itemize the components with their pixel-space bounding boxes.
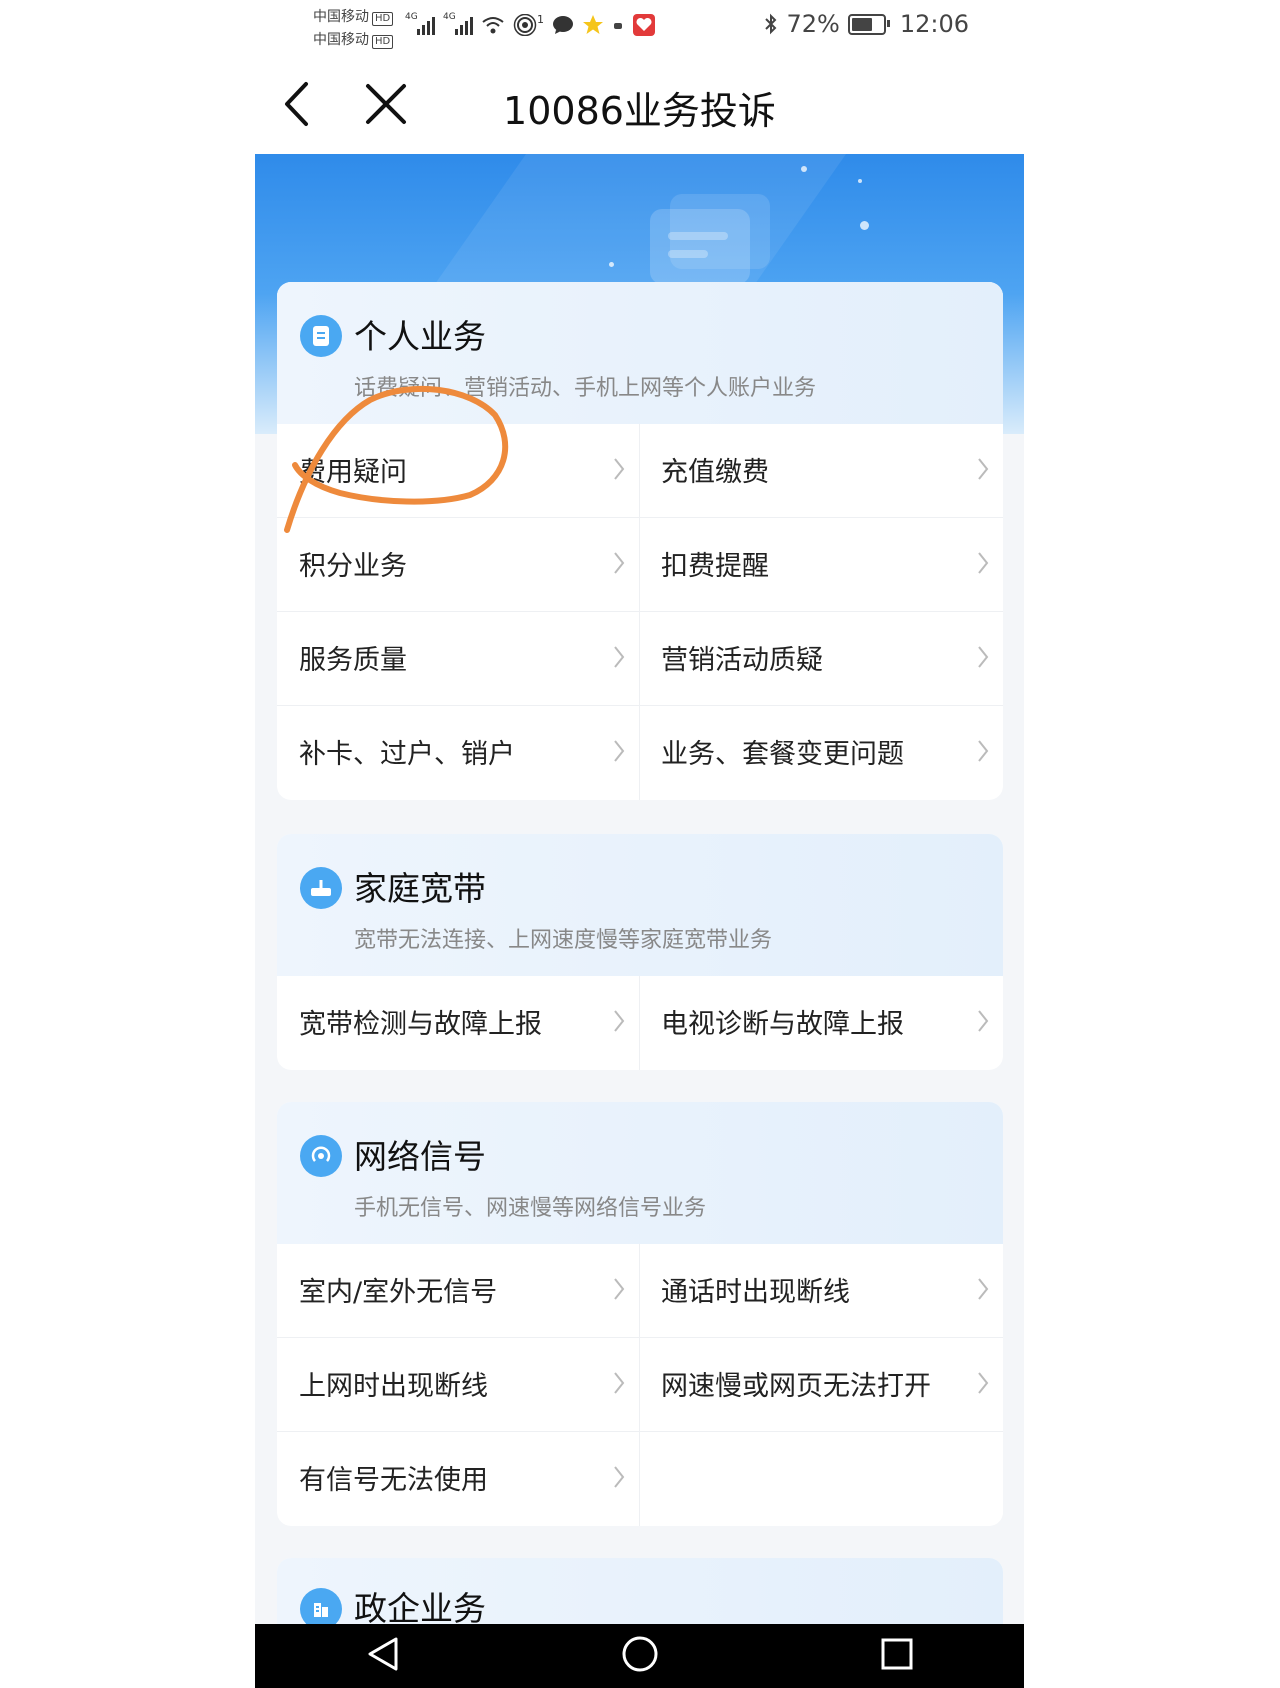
menu-item-call-drop[interactable]: 通话时出现断线 <box>640 1244 1003 1338</box>
menu-item-marketing-dispute[interactable]: 营销活动质疑 <box>640 612 1003 706</box>
wifi-icon <box>482 17 504 34</box>
signal-strength-icon: 4G <box>405 12 435 35</box>
star-icon <box>583 15 603 34</box>
card-header: 家庭宽带 宽带无法连接、上网速度慢等家庭宽带业务 <box>277 834 1003 976</box>
chevron-right-icon <box>978 646 989 668</box>
chevron-right-icon <box>978 1372 989 1394</box>
empty-cell <box>640 1432 1003 1526</box>
menu-item-slow-network[interactable]: 网速慢或网页无法打开 <box>640 1338 1003 1432</box>
chat-bubble-icon <box>553 16 573 34</box>
circle-home-icon <box>622 1636 657 1672</box>
section-title: 家庭宽带 <box>354 869 486 908</box>
section-subtitle: 手机无信号、网速慢等网络信号业务 <box>354 1196 707 1221</box>
chevron-right-icon <box>614 646 625 668</box>
chevron-right-icon <box>614 1466 625 1488</box>
menu-item-points[interactable]: 积分业务 <box>277 518 640 612</box>
nav-home-button[interactable] <box>621 1635 659 1677</box>
triangle-back-icon <box>368 1637 397 1671</box>
card-header: 个人业务 话费疑问、营销活动、手机上网等个人账户业务 <box>277 282 1003 424</box>
section-title: 网络信号 <box>354 1137 486 1176</box>
nav-recents-button[interactable] <box>880 1637 914 1675</box>
home-broadband-card: 家庭宽带 宽带无法连接、上网速度慢等家庭宽带业务 宽带检测与故障上报 电视诊断与… <box>277 834 1003 1070</box>
card-header: 网络信号 手机无信号、网速慢等网络信号业务 <box>277 1102 1003 1244</box>
chevron-right-icon <box>978 458 989 480</box>
hotspot-count: 1 <box>537 12 544 26</box>
personal-business-card: 个人业务 话费疑问、营销活动、手机上网等个人账户业务 费用疑问 充值缴费 积分业… <box>277 282 1003 800</box>
chevron-right-icon <box>614 1278 625 1300</box>
clock: 12:06 <box>899 10 969 38</box>
chevron-right-icon <box>614 552 625 574</box>
signal-strength-icon-2: 4G <box>443 12 473 35</box>
carrier-label-2: 中国移动 HD <box>313 29 394 49</box>
menu-item-tv-diagnosis[interactable]: 电视诊断与故障上报 <box>640 976 1003 1070</box>
section-subtitle: 话费疑问、营销活动、手机上网等个人账户业务 <box>354 376 817 401</box>
menu-item-recharge[interactable]: 充值缴费 <box>640 424 1003 518</box>
signal-icon <box>300 1135 342 1177</box>
chevron-right-icon <box>978 1278 989 1300</box>
chevron-right-icon <box>614 1372 625 1394</box>
menu-item-sim-transfer-cancel[interactable]: 补卡、过户、销户 <box>277 706 640 800</box>
square-recents-icon <box>881 1638 912 1670</box>
section-title: 政企业务 <box>354 1589 486 1628</box>
title-bar: 10086业务投诉 <box>255 58 1024 154</box>
page-title: 10086业务投诉 <box>503 89 776 133</box>
app-notification-icon <box>633 14 655 36</box>
menu-item-signal-unusable[interactable]: 有信号无法使用 <box>277 1432 640 1526</box>
battery-icon <box>847 13 890 35</box>
menu-item-service-quality[interactable]: 服务质量 <box>277 612 640 706</box>
document-icon <box>300 315 342 357</box>
menu-item-no-signal[interactable]: 室内/室外无信号 <box>277 1244 640 1338</box>
phone-screen: 中国移动 HD 中国移动 HD 4G 4G 1 72% 12:06 10086业务投… <box>255 0 1024 1688</box>
network-signal-card: 网络信号 手机无信号、网速慢等网络信号业务 室内/室外无信号 通话时出现断线 上… <box>277 1102 1003 1526</box>
chevron-right-icon <box>978 552 989 574</box>
chevron-right-icon <box>978 740 989 762</box>
chevron-right-icon <box>614 1010 625 1032</box>
status-right: 72% 12:06 <box>764 10 969 38</box>
chevron-right-icon <box>978 1010 989 1032</box>
cup-icon <box>614 23 622 29</box>
chevron-right-icon <box>614 740 625 762</box>
menu-item-data-drop[interactable]: 上网时出现断线 <box>277 1338 640 1432</box>
hotspot-icon <box>513 14 537 36</box>
status-icons: 4G 4G 1 <box>405 10 656 40</box>
carrier-label-1: 中国移动 HD <box>313 6 394 26</box>
menu-item-fee-inquiry[interactable]: 费用疑问 <box>277 424 640 518</box>
system-nav-bar <box>255 1624 1024 1688</box>
battery-percent: 72% <box>786 10 840 38</box>
chevron-right-icon <box>614 458 625 480</box>
nav-back-button[interactable] <box>366 1636 400 1676</box>
section-subtitle: 宽带无法连接、上网速度慢等家庭宽带业务 <box>354 928 773 953</box>
router-icon <box>300 867 342 909</box>
section-title: 个人业务 <box>354 317 486 356</box>
menu-item-plan-change[interactable]: 业务、套餐变更问题 <box>640 706 1003 800</box>
menu-item-broadband-diagnosis[interactable]: 宽带检测与故障上报 <box>277 976 640 1070</box>
bluetooth-icon <box>765 13 777 35</box>
menu-item-deduction-reminder[interactable]: 扣费提醒 <box>640 518 1003 612</box>
status-bar: 中国移动 HD 中国移动 HD 4G 4G 1 72% 12:06 <box>255 0 1024 58</box>
